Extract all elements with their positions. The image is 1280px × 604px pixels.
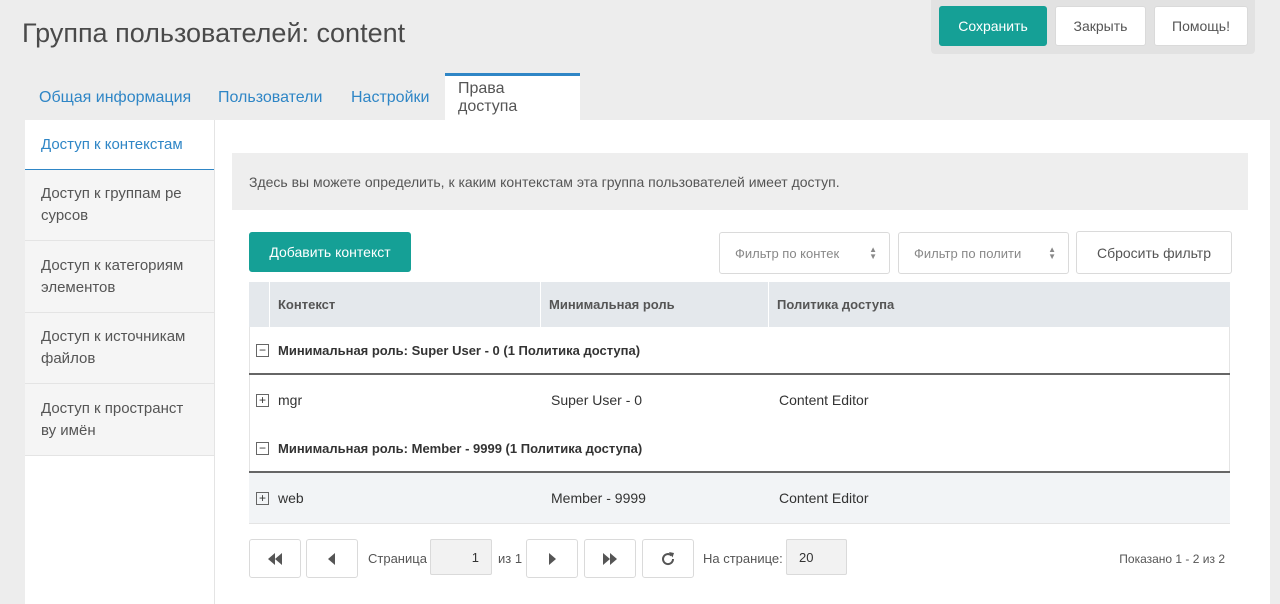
pager-summary: Показано 1 - 2 из 2 xyxy=(1119,551,1225,566)
close-button[interactable]: Закрыть xyxy=(1055,6,1146,46)
filter-context-placeholder: Фильтр по контек xyxy=(735,245,840,261)
vertical-tabs: Доступ к контекстам Доступ к группам ре … xyxy=(25,120,215,604)
tab-general-info[interactable]: Общая информация xyxy=(26,78,204,118)
last-page-button[interactable] xyxy=(584,539,636,578)
description-box: Здесь вы можете определить, к каким конт… xyxy=(232,153,1248,210)
column-header-policy[interactable]: Политика доступа xyxy=(769,282,1069,327)
cell-min-role: Super User - 0 xyxy=(551,392,643,408)
tab-settings[interactable]: Настройки xyxy=(338,78,442,118)
prev-page-button[interactable] xyxy=(306,539,358,578)
refresh-icon xyxy=(662,551,675,565)
expand-icon[interactable]: + xyxy=(256,491,269,505)
cell-min-role: Member - 9999 xyxy=(551,490,646,506)
filter-policy-placeholder: Фильтр по полити xyxy=(914,245,1022,261)
cell-policy: Content Editor xyxy=(779,392,869,408)
table-row[interactable]: + web Member - 9999 Content Editor xyxy=(249,473,1230,523)
page-count-label: из 1 xyxy=(498,551,523,566)
first-page-button[interactable] xyxy=(249,539,301,578)
column-header-min-role[interactable]: Минимальная роль xyxy=(541,282,767,327)
side-tab-contexts[interactable]: Доступ к контекстам xyxy=(25,120,214,170)
add-context-button[interactable]: Добавить контекст xyxy=(249,232,411,272)
next-page-button[interactable] xyxy=(526,539,578,578)
tab-access-rights[interactable]: Права доступа xyxy=(445,73,580,120)
filter-policy-select[interactable]: Фильтр по полити ▲ ▼ xyxy=(898,232,1069,274)
sort-arrows-icon: ▲ ▼ xyxy=(869,245,877,261)
table-row[interactable]: + mgr Super User - 0 Content Editor xyxy=(249,375,1230,425)
double-right-arrow-icon xyxy=(603,552,617,565)
collapse-icon[interactable]: − xyxy=(256,441,269,455)
column-header-context[interactable]: Контекст xyxy=(270,282,540,327)
group-row[interactable]: − Минимальная роль: Super User - 0 (1 По… xyxy=(249,327,1230,375)
refresh-button[interactable] xyxy=(642,539,694,578)
cell-policy: Content Editor xyxy=(779,490,869,506)
double-left-arrow-icon xyxy=(268,552,282,565)
help-button[interactable]: Помощь! xyxy=(1154,6,1248,46)
filter-context-select[interactable]: Фильтр по контек ▲ ▼ xyxy=(719,232,890,274)
cell-context: web xyxy=(278,490,304,506)
cell-context: mgr xyxy=(278,392,303,408)
collapse-icon[interactable]: − xyxy=(256,343,269,357)
page-label: Страница xyxy=(368,551,427,566)
page-number-input[interactable]: 1 xyxy=(430,539,492,575)
expand-icon[interactable]: + xyxy=(256,393,269,407)
per-page-input[interactable]: 20 xyxy=(786,539,847,575)
reset-filter-button[interactable]: Сбросить фильтр xyxy=(1076,231,1232,274)
side-tab-media-sources[interactable]: Доступ к источникам файлов xyxy=(25,313,214,384)
sort-arrows-icon: ▲ ▼ xyxy=(1048,245,1056,261)
group-row[interactable]: − Минимальная роль: Member - 9999 (1 Пол… xyxy=(249,425,1230,473)
page-title: Группа пользователей: content xyxy=(22,18,406,48)
per-page-label: На странице: xyxy=(703,551,783,566)
save-button[interactable]: Сохранить xyxy=(939,6,1047,46)
left-arrow-icon xyxy=(328,552,335,565)
tab-users[interactable]: Пользователи xyxy=(205,78,335,118)
right-arrow-icon xyxy=(549,552,556,565)
side-tab-resource-groups[interactable]: Доступ к группам ре сурсов xyxy=(25,170,214,241)
side-tab-namespaces[interactable]: Доступ к пространст ву имён xyxy=(25,384,214,456)
group-title: Минимальная роль: Member - 9999 (1 Полит… xyxy=(278,440,643,456)
group-title: Минимальная роль: Super User - 0 (1 Поли… xyxy=(278,342,641,358)
side-tab-element-categories[interactable]: Доступ к категориям элементов xyxy=(25,241,214,313)
